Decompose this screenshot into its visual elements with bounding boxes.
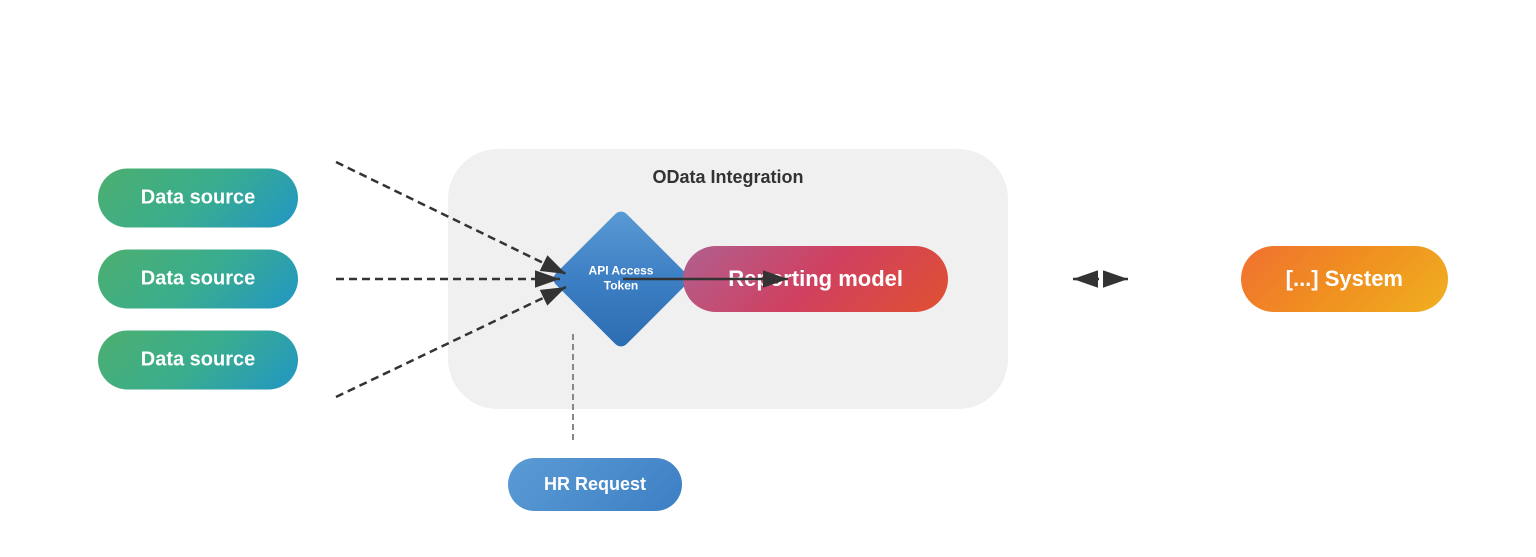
hr-request-pill: HR Request [508, 458, 682, 511]
diagram-container: Data source Data source Data source ODat… [68, 29, 1468, 529]
reporting-model-pill: Reporting model [683, 246, 948, 312]
data-source-3: Data source [98, 330, 298, 389]
odata-integration-box: OData Integration API Access Token Repor… [448, 149, 1008, 409]
data-source-1: Data source [98, 168, 298, 227]
data-source-2: Data source [98, 249, 298, 308]
system-pill: [...] System [1241, 246, 1448, 312]
api-token-diamond-wrapper: API Access Token [566, 224, 676, 334]
odata-title: OData Integration [652, 167, 803, 188]
data-sources-group: Data source Data source Data source [98, 168, 298, 389]
api-token-label: API Access Token [589, 263, 654, 294]
